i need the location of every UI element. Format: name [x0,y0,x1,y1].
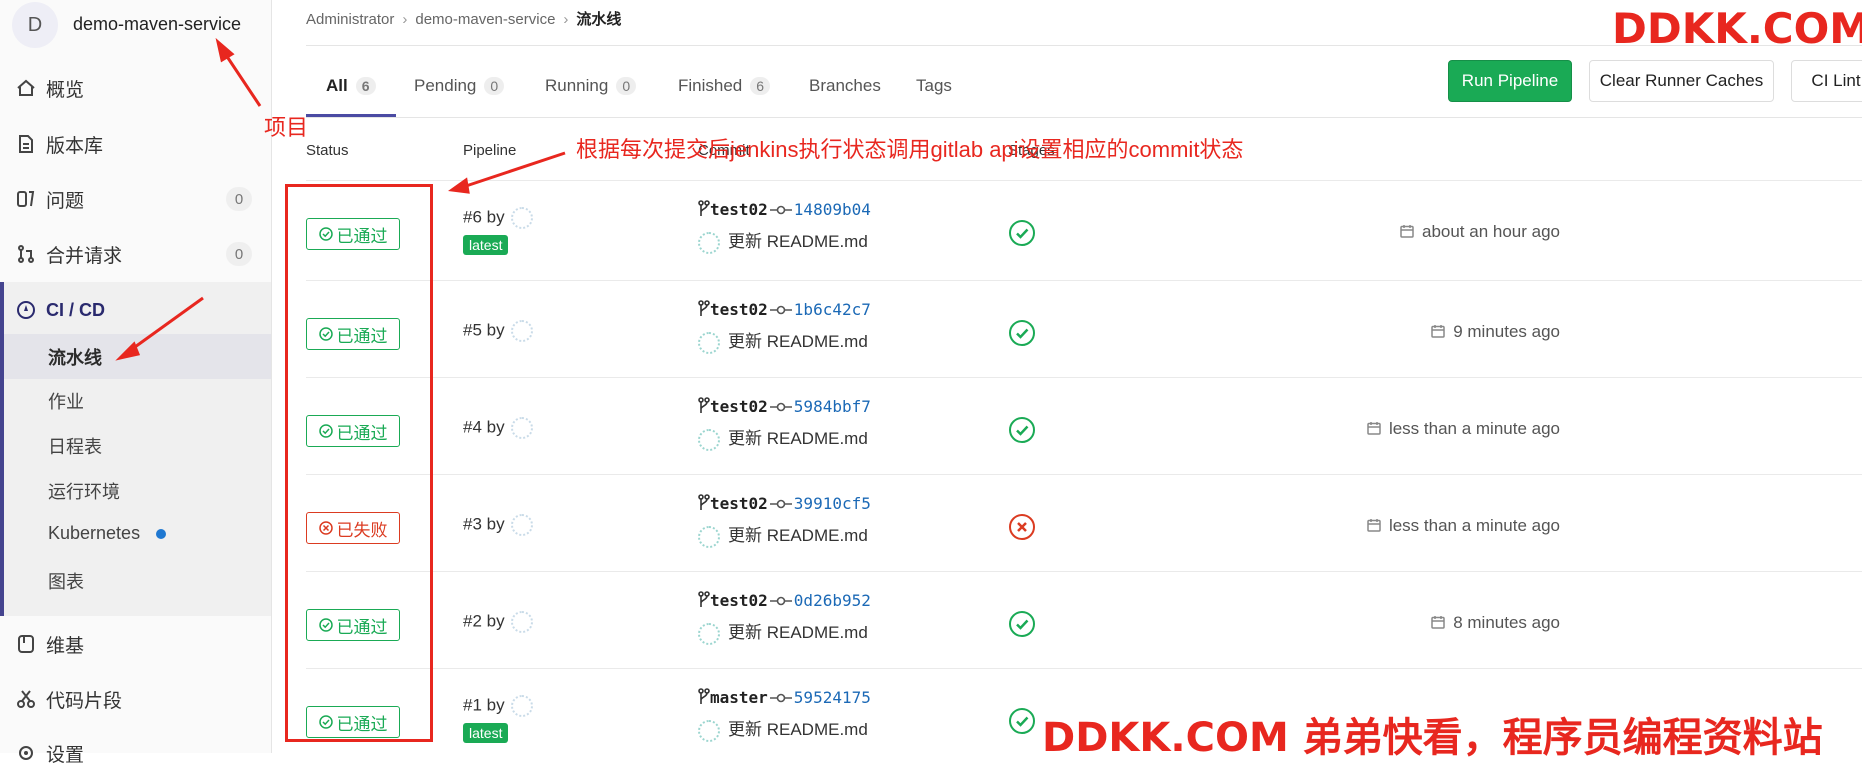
annotation-note: 根据每次提交后jenkins执行状态调用gitlab api设置相应的commi… [576,137,1244,162]
watermark-bottom: DDKK.COM 弟弟快看，程序员编程资料站 [1042,715,1823,761]
watermark-top: DDKK.COM [1612,4,1862,53]
annotation-project-label: 项目 [264,115,309,140]
